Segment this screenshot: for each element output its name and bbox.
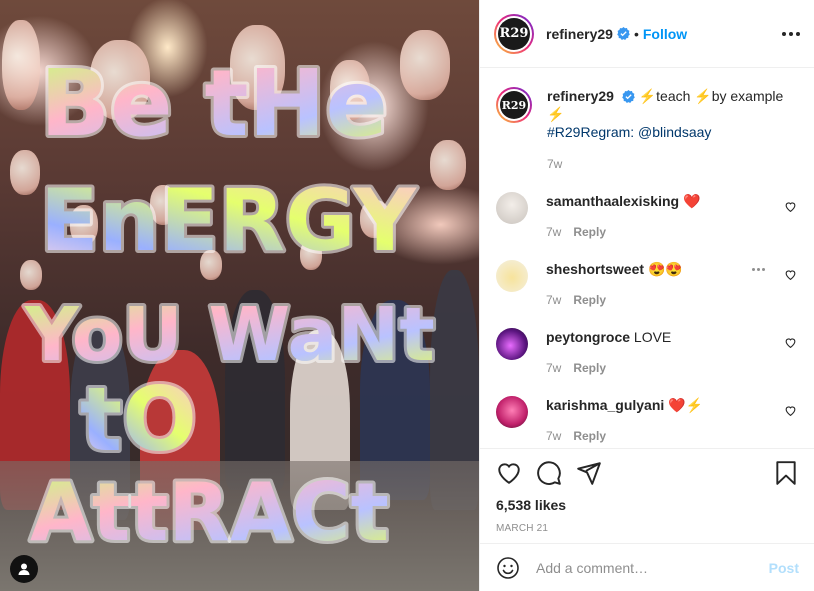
post-actions-section: 6,538 likes MARCH 21: [480, 448, 814, 548]
comment-item: peytongroce LOVE 7w Reply: [496, 328, 799, 377]
comment-username[interactable]: karishma_gulyani: [546, 397, 664, 413]
comment-like-icon[interactable]: [784, 200, 797, 213]
more-options-icon[interactable]: [782, 26, 800, 42]
comment-like-icon[interactable]: [784, 268, 797, 281]
comment-text: ❤️⚡: [668, 397, 704, 413]
comment-time[interactable]: 7w: [546, 223, 561, 241]
comment-time[interactable]: 7w: [546, 427, 561, 445]
caption-avatar[interactable]: R29: [496, 87, 532, 123]
overlay-line-2: EnERGY: [40, 171, 418, 271]
comments-list[interactable]: R29 refinery29 ⚡teach ⚡by example ⚡ #R29…: [480, 69, 814, 447]
commenter-avatar[interactable]: [496, 396, 528, 428]
comment-username[interactable]: samanthaalexisking: [546, 193, 679, 209]
post-button[interactable]: Post: [769, 560, 799, 576]
follow-button[interactable]: Follow: [643, 26, 687, 42]
reply-button[interactable]: Reply: [573, 223, 606, 241]
reply-button[interactable]: Reply: [573, 427, 606, 445]
comment-username[interactable]: peytongroce: [546, 329, 630, 345]
avatar-logo: R29: [500, 91, 528, 119]
user-tag-icon[interactable]: [10, 555, 38, 583]
avatar[interactable]: R29: [494, 13, 534, 54]
caption-time[interactable]: 7w: [547, 155, 562, 173]
bookmark-icon[interactable]: [773, 460, 799, 486]
graffiti-text-overlay: Be tHe EnERGY YoU WaNt tO AttRACt: [21, 47, 438, 562]
verified-badge-icon: [617, 27, 630, 40]
verified-badge-icon: [622, 90, 635, 103]
comment-icon[interactable]: [536, 460, 562, 486]
comment-text: LOVE: [633, 329, 672, 345]
add-comment-bar: Post: [480, 543, 814, 591]
overlay-line-4: tO: [80, 368, 197, 471]
separator-dot: •: [633, 25, 639, 42]
comment-like-icon[interactable]: [784, 404, 797, 417]
comment-like-icon[interactable]: [784, 336, 797, 349]
reply-button[interactable]: Reply: [573, 291, 606, 309]
caption-hashtag[interactable]: #R29Regram: [547, 124, 630, 140]
heart-icon[interactable]: [496, 460, 522, 486]
overlay-line-3: YoU WaNt: [24, 292, 435, 378]
comment-item: sheshortsweet 😍😍 7w Reply: [496, 260, 799, 309]
comment-item: samanthaalexisking ❤️ 7w Reply: [496, 192, 799, 241]
emoji-icon[interactable]: [496, 556, 520, 580]
commenter-avatar[interactable]: [496, 328, 528, 360]
like-count[interactable]: 6,538 likes: [496, 497, 799, 513]
comment-text: ❤️: [682, 193, 701, 209]
caption-username[interactable]: refinery29: [547, 88, 614, 104]
avatar-logo: R29: [498, 17, 530, 50]
comment-text: 😍😍: [647, 261, 683, 277]
action-bar: [496, 449, 799, 497]
share-icon[interactable]: [576, 460, 602, 486]
post-details-panel: R29 refinery29 • Follow R29 refinery29 ⚡…: [479, 0, 814, 591]
header-username[interactable]: refinery29: [546, 26, 613, 42]
comment-time[interactable]: 7w: [546, 291, 561, 309]
commenter-avatar[interactable]: [496, 260, 528, 292]
comment-more-icon[interactable]: [752, 268, 765, 271]
comment-item: karishma_gulyani ❤️⚡ 7w Reply: [496, 396, 799, 445]
overlay-line-5: AttRACt: [30, 466, 389, 559]
post-header: R29 refinery29 • Follow: [480, 0, 814, 68]
comment-input[interactable]: [536, 559, 769, 576]
commenter-avatar[interactable]: [496, 192, 528, 224]
caption-mention[interactable]: : @blindsaay: [630, 124, 711, 140]
overlay-line-1: Be tHe: [40, 50, 388, 157]
reply-button[interactable]: Reply: [573, 359, 606, 377]
comment-time[interactable]: 7w: [546, 359, 561, 377]
caption: R29 refinery29 ⚡teach ⚡by example ⚡ #R29…: [496, 87, 799, 173]
post-image[interactable]: Be tHe EnERGY YoU WaNt tO AttRACt: [0, 0, 479, 591]
post-date[interactable]: MARCH 21: [496, 523, 799, 534]
comment-username[interactable]: sheshortsweet: [546, 261, 644, 277]
